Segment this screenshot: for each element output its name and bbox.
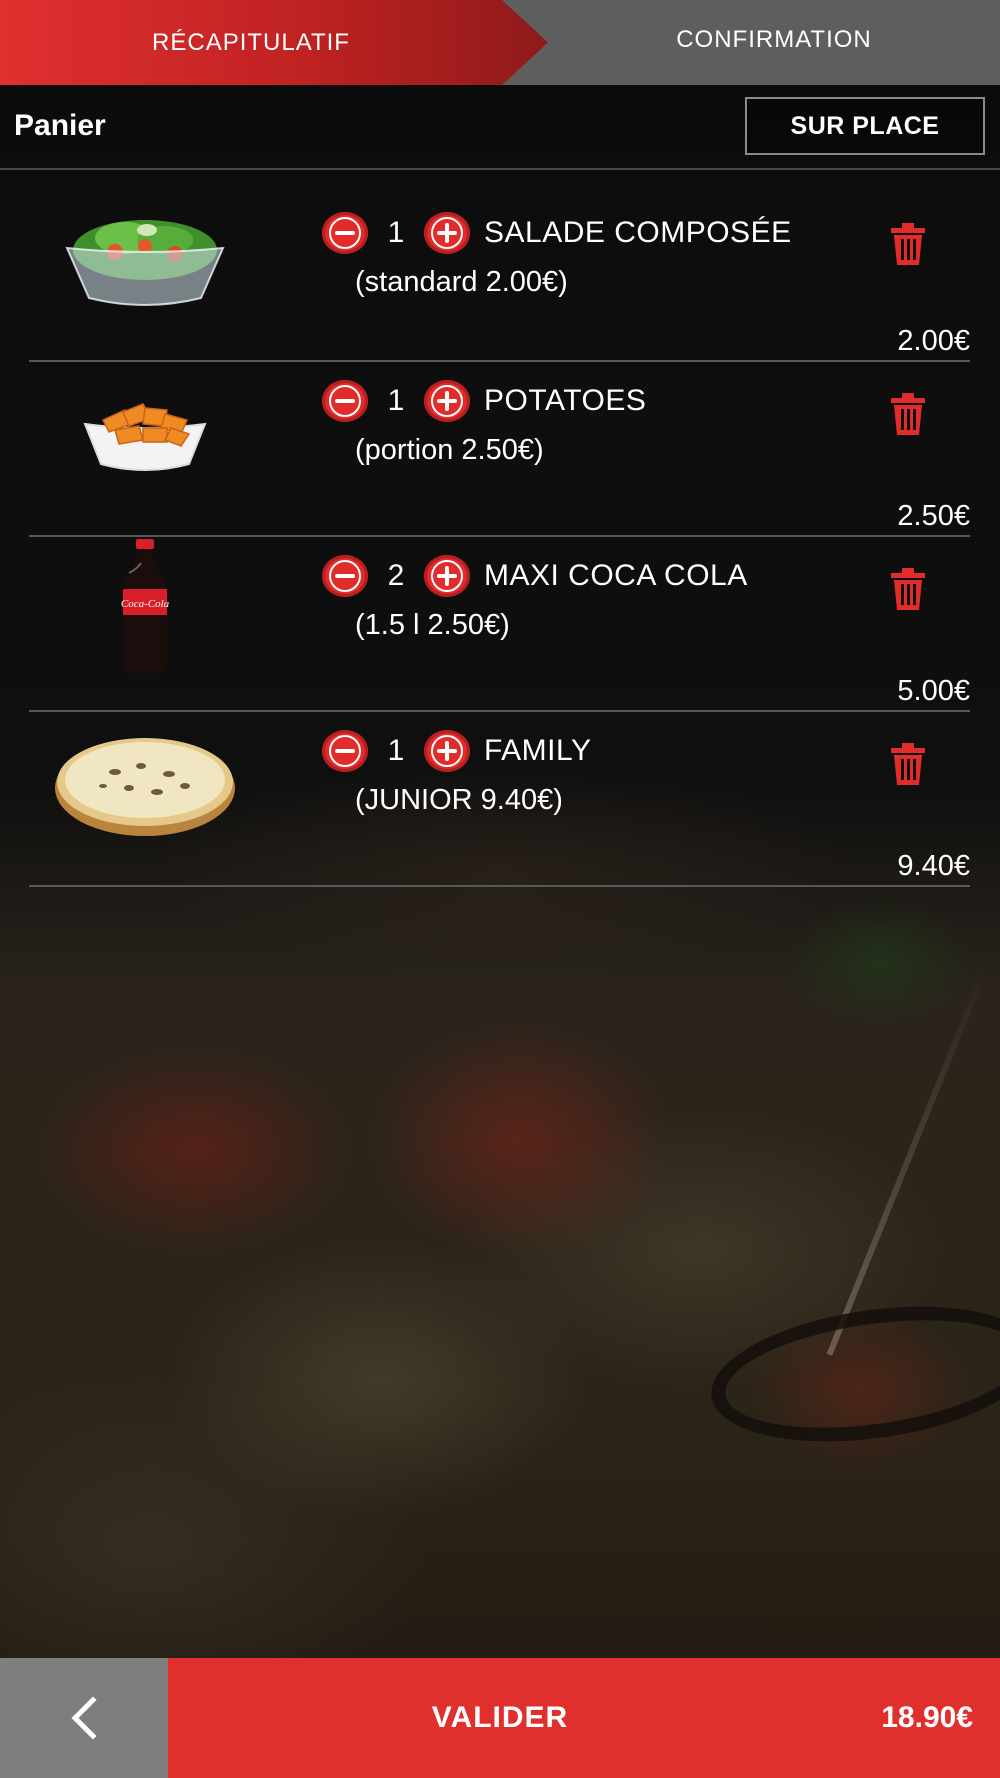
item-quantity: 2 — [387, 559, 405, 592]
step-recapitulatif-label: RÉCAPITULATIF — [152, 28, 350, 56]
item-variant: (1.5 l 2.50€) — [355, 609, 510, 641]
delete-item-trash-icon[interactable] — [890, 567, 926, 611]
item-quantity: 1 — [387, 216, 405, 249]
validate-order-button[interactable]: VALIDER 18.90€ — [168, 1658, 1000, 1778]
item-variant: (portion 2.50€) — [355, 434, 544, 466]
item-price: 5.00€ — [897, 675, 970, 707]
delete-item-trash-icon[interactable] — [890, 742, 926, 786]
cart-item: 1 POTATOES (portion 2.50€) 2.50€ — [0, 362, 1000, 537]
cart-title: Panier — [14, 109, 106, 142]
decrease-quantity-button[interactable] — [322, 212, 368, 254]
cart-item: 1 SALADE COMPOSÉE (standard 2.00€) 2.00€ — [0, 170, 1000, 362]
item-variant: (JUNIOR 9.40€) — [355, 784, 563, 816]
cart-item: Coca-Cola 2 MAXI COCA COLA (1.5 l 2.50€)… — [0, 537, 1000, 712]
item-price: 2.50€ — [897, 500, 970, 532]
pizza-image — [55, 738, 235, 836]
salad-image — [65, 220, 225, 306]
back-button[interactable] — [0, 1658, 168, 1778]
dining-mode-button[interactable]: SUR PLACE — [745, 97, 985, 155]
decrease-quantity-button[interactable] — [322, 555, 368, 597]
validate-label: VALIDER — [431, 1701, 569, 1734]
delete-item-trash-icon[interactable] — [890, 392, 926, 436]
item-name: MAXI COCA COLA — [484, 559, 748, 592]
cart-item: 1 FAMILY (JUNIOR 9.40€) 9.40€ — [0, 712, 1000, 887]
step-confirmation-label: CONFIRMATION — [676, 26, 872, 53]
checkout-stepper: CONFIRMATION RÉCAPITULATIF — [0, 0, 1000, 85]
decrease-quantity-button[interactable] — [322, 380, 368, 422]
coca-cola-bottle-image: Coca-Cola — [121, 539, 170, 673]
potatoes-image — [83, 403, 207, 471]
item-name: SALADE COMPOSÉE — [484, 216, 792, 249]
delete-item-trash-icon[interactable] — [890, 222, 926, 266]
item-name: FAMILY — [484, 734, 592, 767]
item-variant: (standard 2.00€) — [355, 266, 568, 298]
item-price: 9.40€ — [897, 850, 970, 882]
cart-header: Panier SUR PLACE — [0, 85, 1000, 170]
item-quantity: 1 — [387, 734, 405, 767]
cart-list: 1 SALADE COMPOSÉE (standard 2.00€) 2.00€ — [0, 170, 1000, 887]
increase-quantity-button[interactable] — [424, 730, 470, 772]
chevron-left-icon — [71, 1696, 97, 1740]
item-price: 2.00€ — [897, 325, 970, 357]
footer-bar: VALIDER 18.90€ — [0, 1658, 1000, 1778]
decrease-quantity-button[interactable] — [322, 730, 368, 772]
svg-text:Coca-Cola: Coca-Cola — [121, 598, 170, 610]
order-total: 18.90€ — [881, 1701, 973, 1734]
item-quantity: 1 — [387, 384, 405, 417]
item-name: POTATOES — [484, 384, 647, 417]
increase-quantity-button[interactable] — [424, 555, 470, 597]
increase-quantity-button[interactable] — [424, 212, 470, 254]
step-recapitulatif: RÉCAPITULATIF — [0, 0, 548, 85]
increase-quantity-button[interactable] — [424, 380, 470, 422]
